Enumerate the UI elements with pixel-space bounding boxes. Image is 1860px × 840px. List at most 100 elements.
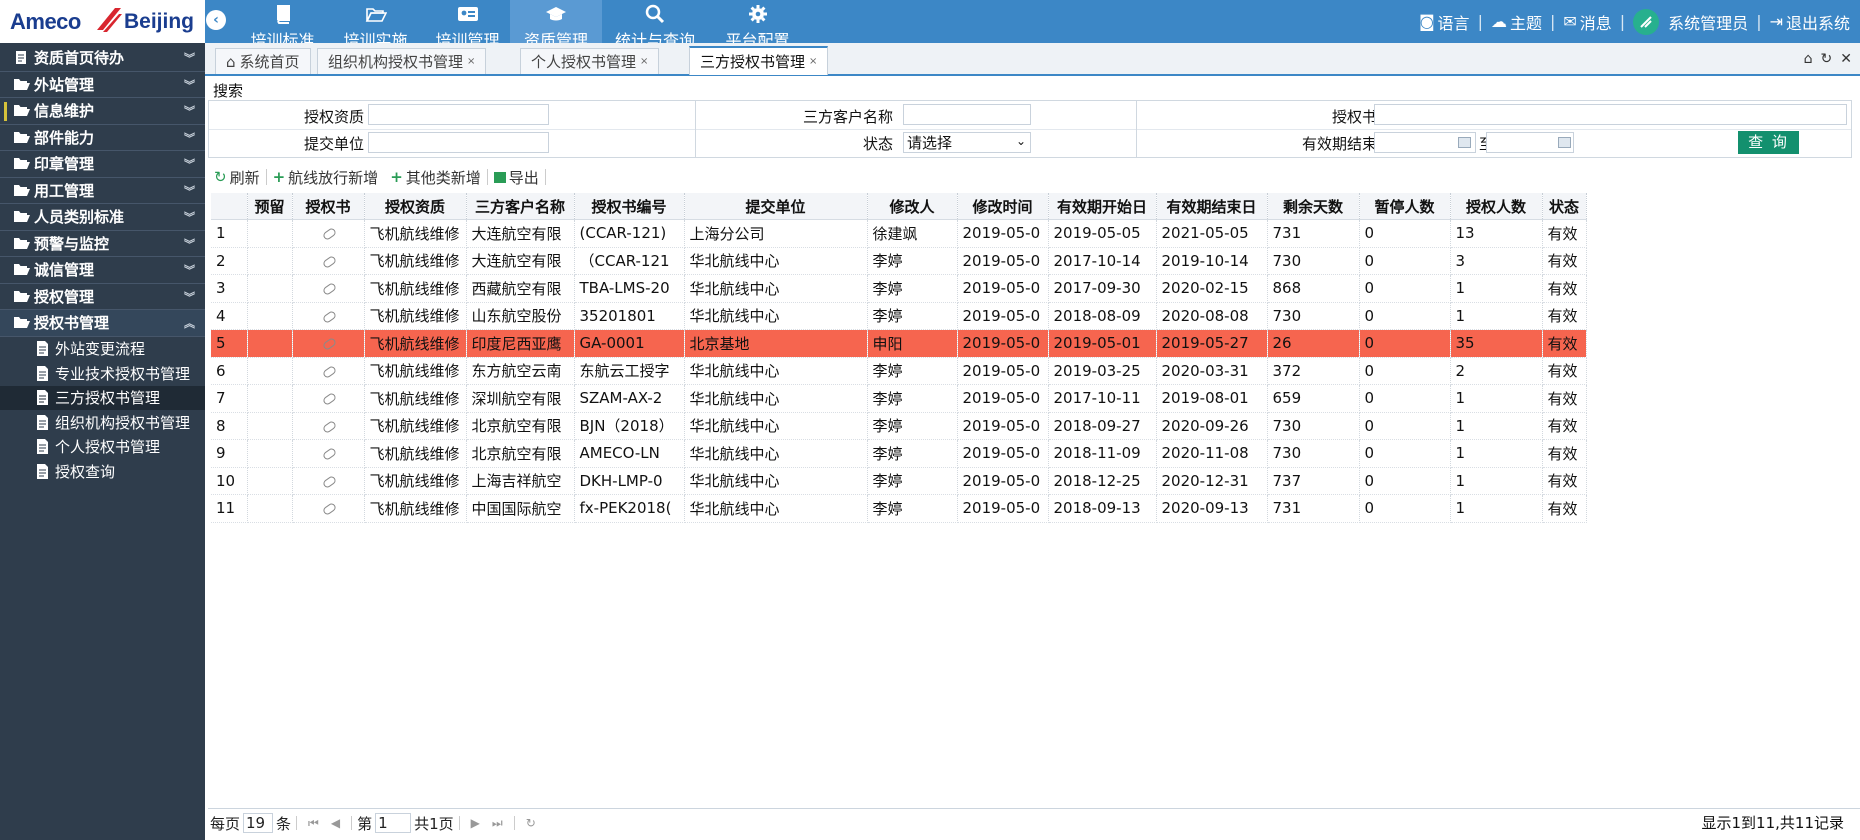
table-row[interactable]: 6 飞机航线维修 东方航空云南 东航云工授字 华北航线中心 李婷 2019-05-0 2019… [211,357,1587,385]
client-name-input[interactable] [903,104,1031,125]
prev-page-icon[interactable]: ◀ [331,816,340,830]
sidebar-subitem-personal[interactable]: 个人授权书管理 [0,435,205,460]
home-icon[interactable]: ⌂ [1804,51,1813,67]
table-cell[interactable] [292,467,365,495]
table-row[interactable]: 5 飞机航线维修 印度尼西亚鹰 GA-0001 北京基地 申阳 2019-05-0 2019-… [211,329,1587,358]
close-icon[interactable]: × [809,56,817,67]
column-header[interactable]: 有效期开始日 [1048,193,1157,220]
attachment-icon[interactable] [321,309,337,324]
sidebar-item-auth-letter[interactable]: 授权书管理 ︽ [0,310,205,337]
table-row[interactable]: 3 飞机航线维修 西藏航空有限 TBA-LMS-20 华北航线中心 李婷 2019-05-0… [211,274,1587,303]
auth-qual-input[interactable] [368,104,549,125]
tab-home[interactable]: ⌂ 系统首页 [215,48,311,74]
valid-end-to-input[interactable] [1486,132,1574,153]
table-row[interactable]: 9 飞机航线维修 北京航空有限 AMECO-LN 华北航线中心 李婷 2019-05-0 20… [211,439,1587,468]
sidebar-item-home[interactable]: 资质首页待办 ︾ [0,45,205,72]
per-page-input[interactable]: 19 [243,813,274,833]
nav-platform-config[interactable]: 平台配置 [715,0,800,50]
sidebar-item-parts[interactable]: 部件能力 ︾ [0,125,205,151]
nav-qualification[interactable]: 资质管理 [510,0,602,50]
attachment-icon[interactable] [321,502,337,517]
column-header[interactable]: 修改时间 [957,193,1049,220]
sidebar-item-employment[interactable]: 用工管理 ︾ [0,178,205,204]
export-button[interactable]: 导出 [488,167,545,188]
sidebar-item-info[interactable]: 信息维护 ︾ [0,98,205,125]
refresh-icon[interactable]: ↻ [1821,51,1833,67]
sidebar-item-seal[interactable]: 印章管理 ︾ [0,151,205,178]
reload-icon[interactable]: ↻ [526,816,536,830]
sidebar-item-outstation[interactable]: 外站管理 ︾ [0,72,205,98]
table-row[interactable]: 1 飞机航线维修 大连航空有限 (CCAR-121) 上海分公司 徐建飒 2019-05-0… [211,219,1587,248]
next-page-icon[interactable]: ▶ [471,816,480,830]
attachment-icon[interactable] [321,282,337,297]
table-row[interactable]: 10 飞机航线维修 上海吉祥航空 DKH-LMP-0 华北航线中心 李婷 2019-05-0… [211,467,1587,495]
table-cell[interactable] [292,274,365,303]
column-header[interactable]: 三方客户名称 [466,193,575,220]
theme-menu[interactable]: ☁ 主题 [1491,10,1542,34]
table-cell[interactable] [292,329,365,358]
refresh-button[interactable]: ↻ 刷新 [208,167,266,188]
close-icon[interactable]: × [467,56,475,67]
close-icon[interactable]: × [640,56,648,67]
column-header[interactable]: 预留 [247,193,293,220]
page-input[interactable]: 1 [375,813,412,833]
logout-button[interactable]: ⇥ 退出系统 [1770,10,1850,34]
attachment-icon[interactable] [321,254,337,269]
column-header[interactable]: 授权人数 [1450,193,1543,220]
sidebar-subitem-professional[interactable]: 专业技术授权书管理 [0,361,205,386]
column-header[interactable]: 授权资质 [364,193,467,220]
table-cell[interactable] [292,247,365,275]
attachment-icon[interactable] [321,392,337,407]
table-row[interactable]: 8 飞机航线维修 北京航空有限 BJN（2018） 华北航线中心 李婷 2019-05-0 2… [211,412,1587,440]
query-button[interactable]: 查 询 [1738,131,1799,154]
valid-end-from-input[interactable] [1374,132,1476,153]
column-header[interactable]: 授权书编号 [574,193,685,220]
attachment-icon[interactable] [321,419,337,434]
sidebar-subitem-auth-query[interactable]: 授权查询 [0,459,205,484]
messages-menu[interactable]: ✉ 消息 [1563,10,1611,34]
table-row[interactable]: 7 飞机航线维修 深圳航空有限 SZAM-AX-2 华北航线中心 李婷 2019-05-0 2… [211,384,1587,413]
column-header[interactable]: 剩余天数 [1267,193,1360,220]
table-cell[interactable] [292,357,365,385]
table-cell[interactable] [292,439,365,468]
nav-training-impl[interactable]: 培训实施 [333,0,418,50]
table-cell[interactable] [292,412,365,440]
attachment-icon[interactable] [321,337,337,352]
table-cell[interactable] [292,384,365,413]
sidebar-subitem-outstation-change[interactable]: 外站变更流程 [0,337,205,362]
sidebar-subitem-third-party[interactable]: 三方授权书管理 [0,385,205,410]
column-header[interactable]: 修改人 [867,193,958,220]
add-flight-release-button[interactable]: + 航线放行新增 [267,167,385,188]
tab-personal-auth[interactable]: 个人授权书管理 × [520,48,660,74]
language-menu[interactable]: ◙ 语言 [1419,10,1470,34]
column-header[interactable]: 有效期结束日 [1156,193,1268,220]
auth-no-input[interactable] [1374,104,1847,125]
add-other-button[interactable]: + 其他类新增 [384,167,487,188]
attachment-icon[interactable] [321,364,337,379]
user-menu[interactable]: 系统管理员 [1633,8,1748,35]
table-cell[interactable] [292,494,365,523]
tab-third-party-auth[interactable]: 三方授权书管理 × [689,46,829,75]
first-page-icon[interactable]: ⏮ [308,816,319,831]
table-row[interactable]: 4 飞机航线维修 山东航空股份 35201801 华北航线中心 李婷 2019-05-0 20… [211,302,1587,330]
close-icon[interactable]: ✕ [1840,51,1852,67]
column-header[interactable]: 授权书 [292,193,365,220]
calendar-icon[interactable] [1558,137,1571,148]
last-page-icon[interactable]: ⏭ [492,816,503,831]
table-cell[interactable] [292,302,365,330]
nav-training-standard[interactable]: 培训标准 [240,0,325,50]
column-header[interactable]: 提交单位 [684,193,868,220]
attachment-icon[interactable] [321,474,337,489]
column-header[interactable]: 状态 [1542,193,1587,220]
sidebar-subitem-organization[interactable]: 组织机构授权书管理 [0,410,205,435]
sidebar-item-staff-category[interactable]: 人员类别标准 ︾ [0,204,205,231]
status-select[interactable]: 请选择 ⌄ [903,132,1031,153]
column-header[interactable]: 暂停人数 [1359,193,1451,220]
nav-training-manage[interactable]: 培训管理 [425,0,510,50]
attachment-icon[interactable] [321,447,337,462]
collapse-sidebar-button[interactable]: ‹ [206,10,226,30]
sidebar-item-integrity[interactable]: 诚信管理 ︾ [0,257,205,284]
table-row[interactable]: 11 飞机航线维修 中国国际航空 fx-PEK2018(华北航线中心 李婷 2019-05… [211,494,1587,523]
sidebar-item-authorization[interactable]: 授权管理 ︾ [0,284,205,310]
attachment-icon[interactable] [321,227,337,242]
